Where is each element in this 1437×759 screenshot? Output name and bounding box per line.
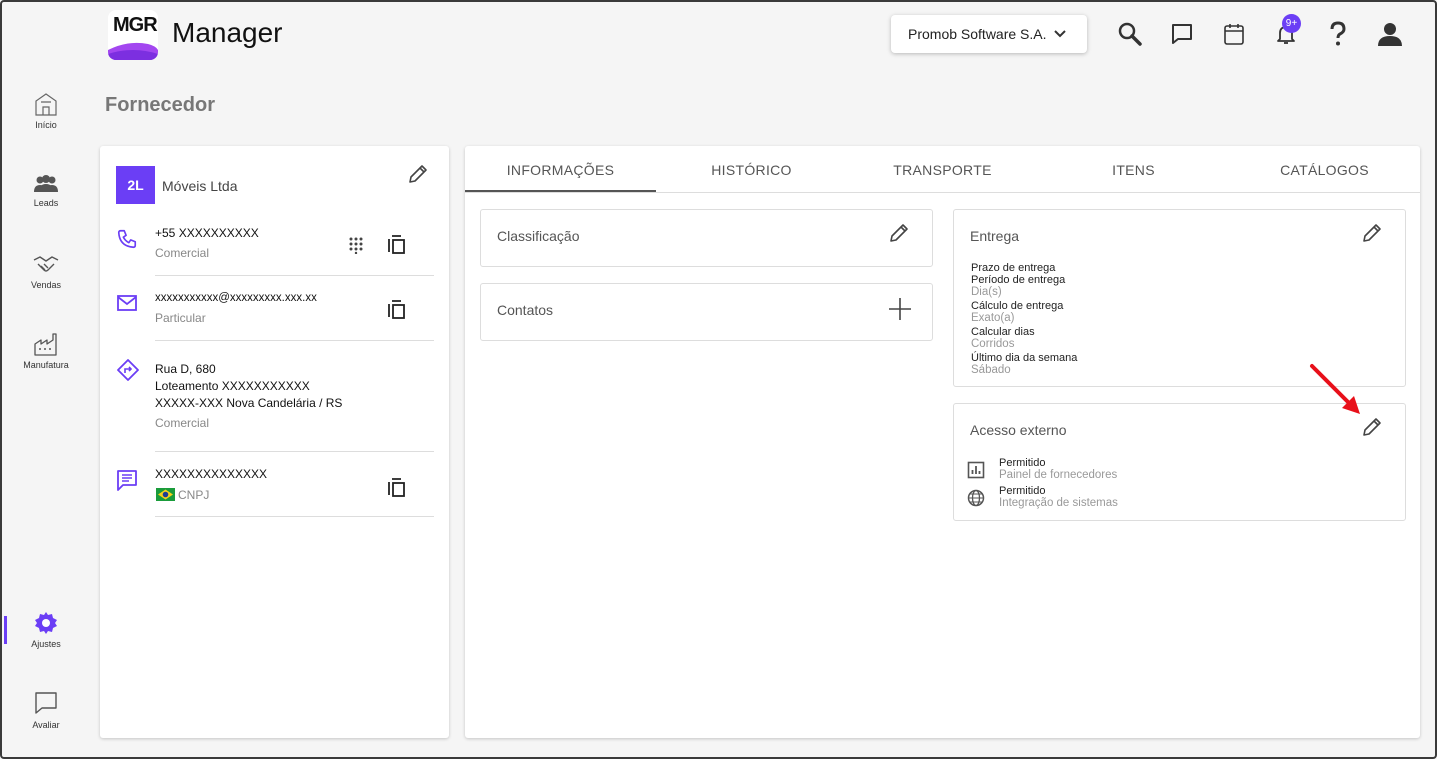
sidebar-label-ajustes: Ajustes xyxy=(31,639,61,649)
entrega-value-calcular-dias: Corridos xyxy=(971,338,1015,350)
copy-email-icon[interactable] xyxy=(388,300,406,320)
mgr-logo[interactable]: MGR xyxy=(108,10,158,60)
avatar: 2L xyxy=(116,166,155,204)
acesso-status-integracao: Permitido xyxy=(999,485,1046,497)
building-icon xyxy=(35,93,57,116)
copy-document-icon[interactable] xyxy=(388,478,406,498)
divider xyxy=(155,516,434,517)
company-select[interactable]: Promob Software S.A. xyxy=(891,15,1087,53)
factory-icon xyxy=(34,333,57,356)
directions-icon xyxy=(117,359,139,381)
document-type: CNPJ xyxy=(178,488,210,502)
page-title: Fornecedor xyxy=(105,94,216,116)
tab-informacoes[interactable]: INFORMAÇÕES xyxy=(465,162,656,178)
tab-historico[interactable]: HISTÓRICO xyxy=(656,162,847,178)
sidebar-item-manufatura[interactable]: Manufatura xyxy=(0,332,92,370)
sidebar-item-avaliar[interactable]: Avaliar xyxy=(0,690,92,730)
dialpad-icon[interactable] xyxy=(348,236,364,254)
contatos-section: Contatos xyxy=(480,283,933,341)
people-icon xyxy=(34,175,58,192)
company-select-value: Promob Software S.A. xyxy=(908,26,1047,42)
feedback-icon xyxy=(35,692,57,714)
details-panel: INFORMAÇÕES HISTÓRICO TRANSPORTE ITENS C… xyxy=(465,146,1420,738)
tab-transporte[interactable]: TRANSPORTE xyxy=(847,162,1038,178)
supplier-name: Móveis Ltda xyxy=(162,178,238,194)
document-value: XXXXXXXXXXXXXX xyxy=(155,467,268,481)
email-icon xyxy=(117,295,137,311)
document-icon xyxy=(117,470,137,491)
address-line3: XXXXX-XXX Nova Candelária / RS xyxy=(155,396,343,410)
sidebar-item-inicio[interactable]: Início xyxy=(0,92,92,130)
sidebar-label-vendas: Vendas xyxy=(30,280,62,290)
help-icon xyxy=(1330,21,1346,46)
sidebar-item-vendas[interactable]: Vendas xyxy=(0,252,92,290)
supplier-card: 2L Móveis Ltda +55 XXXXXXXXXX Comercial … xyxy=(100,146,449,738)
notification-badge: 9+ xyxy=(1282,14,1301,33)
calendar-button[interactable] xyxy=(1220,20,1248,48)
entrega-label-prazo: Prazo de entrega xyxy=(971,262,1056,274)
acesso-title: Acesso externo xyxy=(970,422,1067,438)
profile-button[interactable] xyxy=(1376,20,1404,48)
handshake-icon xyxy=(33,256,59,272)
sidebar-item-ajustes[interactable]: Ajustes xyxy=(0,611,92,649)
entrega-label-calculo: Cálculo de entrega xyxy=(971,300,1064,312)
tab-bar: INFORMAÇÕES HISTÓRICO TRANSPORTE ITENS C… xyxy=(465,146,1420,193)
tab-catalogos[interactable]: CATÁLOGOS xyxy=(1229,162,1420,178)
entrega-label-calcular-dias: Calcular dias xyxy=(971,326,1035,338)
email-type: Particular xyxy=(155,311,206,325)
edit-supplier-icon[interactable] xyxy=(406,162,430,186)
phone-type: Comercial xyxy=(155,246,210,260)
annotation-arrow-icon xyxy=(1310,364,1360,414)
phone-icon xyxy=(117,229,137,249)
globe-icon xyxy=(967,489,985,507)
active-tab-indicator xyxy=(465,190,656,192)
sidebar-label-manufatura: Manufatura xyxy=(23,360,69,370)
address-type: Comercial xyxy=(155,416,210,430)
chevron-down-icon xyxy=(1054,30,1066,38)
entrega-value-periodo: Dia(s) xyxy=(971,286,1002,298)
entrega-label-periodo: Período de entrega xyxy=(971,274,1066,286)
email-value: xxxxxxxxxxx@xxxxxxxxx.xxx.xx xyxy=(155,292,317,304)
entrega-title: Entrega xyxy=(970,228,1020,244)
entrega-value-ultimo-dia: Sábado xyxy=(971,364,1011,376)
add-contato-icon[interactable] xyxy=(887,296,913,322)
address-line1: Rua D, 680 xyxy=(155,362,216,376)
edit-entrega-icon[interactable] xyxy=(1360,221,1384,245)
phone-value: +55 XXXXXXXXXX xyxy=(155,226,259,240)
tab-itens[interactable]: ITENS xyxy=(1038,162,1229,178)
contatos-title: Contatos xyxy=(497,302,554,318)
edit-classificacao-icon[interactable] xyxy=(887,221,911,245)
calendar-icon xyxy=(1224,24,1244,45)
classificacao-section: Classificação xyxy=(480,209,933,267)
sidebar-label-inicio: Início xyxy=(35,120,57,130)
chat-icon xyxy=(1172,24,1192,44)
logo-swoosh-icon xyxy=(108,42,158,60)
brazil-flag-icon xyxy=(156,488,175,501)
classificacao-title: Classificação xyxy=(497,228,580,244)
gear-icon xyxy=(35,612,57,634)
divider xyxy=(155,275,434,276)
app-title: Manager xyxy=(172,17,283,48)
entrega-label-ultimo-dia: Último dia da semana xyxy=(971,352,1078,364)
acesso-desc-painel: Painel de fornecedores xyxy=(999,469,1118,481)
acesso-desc-integracao: Integração de sistemas xyxy=(999,497,1118,509)
help-button[interactable] xyxy=(1324,20,1352,48)
messages-button[interactable] xyxy=(1168,20,1196,48)
divider xyxy=(155,451,434,452)
search-icon xyxy=(1118,22,1142,46)
divider xyxy=(155,340,434,341)
sidebar-item-leads[interactable]: Leads xyxy=(0,174,92,208)
entrega-section: Entrega Prazo de entrega Período de entr… xyxy=(953,209,1406,387)
sidebar-label-leads: Leads xyxy=(33,198,59,208)
search-button[interactable] xyxy=(1116,20,1144,48)
user-icon xyxy=(1378,23,1402,46)
acesso-status-painel: Permitido xyxy=(999,457,1046,469)
entrega-value-calculo: Exato(a) xyxy=(971,312,1015,324)
logo-text: MGR xyxy=(113,14,158,36)
sidebar-label-avaliar: Avaliar xyxy=(32,720,60,730)
copy-phone-icon[interactable] xyxy=(388,235,406,255)
dashboard-chart-icon xyxy=(967,461,985,479)
address-line2: Loteamento XXXXXXXXXXX xyxy=(155,379,310,393)
